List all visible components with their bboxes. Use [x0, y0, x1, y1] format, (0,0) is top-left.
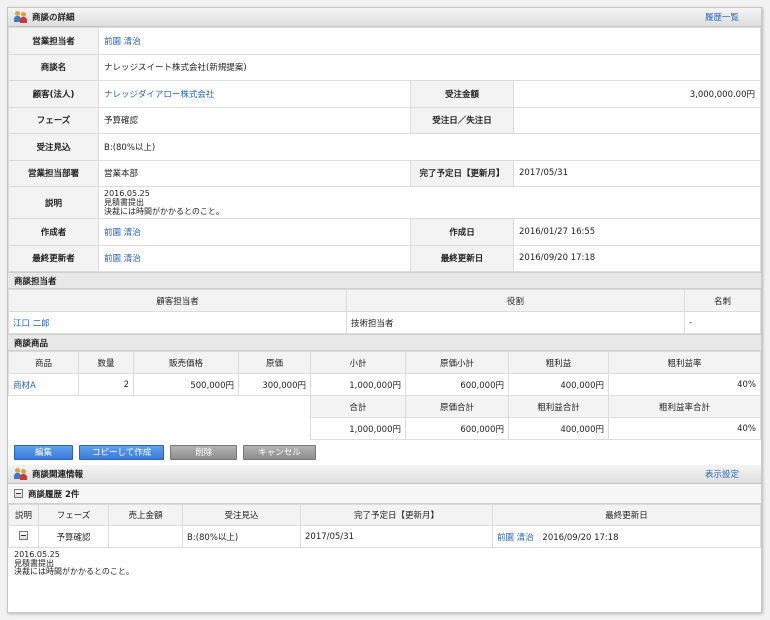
amount-value: 3,000,000.00円 [513, 80, 761, 108]
hist-duedate-cell: 2017/05/31 [300, 525, 493, 548]
products-section-title: 商談商品 [8, 334, 761, 351]
creator-label: 作成者 [8, 218, 99, 246]
due-date-label: 完了予定日【更新月】 [410, 159, 514, 187]
table-row: 江口 二郎 技術担当者 - [8, 311, 761, 334]
action-bar: 編集 コピーして作成 削除 キャンセル [8, 440, 761, 465]
contact-role: 技術担当者 [346, 311, 685, 334]
hist-duedate-header: 完了予定日【更新月】 [300, 504, 493, 526]
price-header: 販売価格 [133, 351, 239, 374]
order-date-label: 受注日／失注日 [410, 106, 514, 134]
cost-subtotal-header: 原価小計 [405, 351, 509, 374]
hist-sales-header: 売上金額 [108, 504, 183, 526]
contact-card: - [684, 311, 761, 334]
hist-updated-date: 2016/09/20 17:18 [542, 532, 619, 543]
people-icon [14, 11, 28, 23]
copy-create-button[interactable]: コピーして作成 [79, 445, 165, 460]
created-label: 作成日 [410, 218, 514, 246]
people-icon [14, 468, 28, 480]
phase-label: フェーズ [8, 106, 99, 134]
deal-history-header: 商談履歴 2件 [8, 484, 761, 504]
collapse-icon[interactable] [14, 489, 23, 498]
qty-header: 数量 [78, 351, 134, 374]
updater-link[interactable]: 前園 清治 [104, 254, 141, 264]
hist-prospect-cell: B:(80%以上) [182, 525, 301, 548]
customer-label: 顧客(法人) [8, 80, 99, 108]
profit-header: 粗利益 [508, 351, 609, 374]
created-value: 2016/01/27 16:55 [513, 218, 761, 246]
updated-label: 最終更新日 [410, 244, 514, 272]
deal-detail-panel: 商談の詳細 履歴一覧 営業担当者 前園 清治 商談名 ナレッジスイート株式会社(… [7, 7, 762, 613]
owner-link[interactable]: 前園 清治 [104, 37, 141, 47]
deal-detail-header: 商談の詳細 履歴一覧 [8, 8, 761, 27]
history-description: 2016.05.25 見積書提出 決裁には時間がかかるとのこと。 [14, 550, 134, 576]
profit-cell: 400,000円 [508, 373, 609, 396]
deal-name-label: 商談名 [8, 53, 99, 81]
updater-label: 最終更新者 [8, 244, 99, 272]
amount-label: 受注金額 [410, 80, 514, 108]
cost-header: 原価 [238, 351, 311, 374]
related-info-header: 商談関連情報 表示設定 [8, 465, 761, 484]
display-settings-link[interactable]: 表示設定 [705, 468, 739, 480]
prospect-value: B:(80%以上) [98, 133, 761, 161]
subtotal-header: 小計 [310, 351, 406, 374]
contact-card-header: 名刺 [684, 289, 761, 312]
prospect-label: 受注見込 [8, 133, 99, 161]
delete-button[interactable]: 削除 [170, 445, 238, 460]
updated-value: 2016/09/20 17:18 [513, 244, 761, 272]
cost-total-cell: 600,000円 [405, 417, 509, 440]
description-label: 説明 [8, 186, 99, 219]
deal-history-title: 商談履歴 2件 [28, 489, 80, 500]
expand-description-icon[interactable] [19, 530, 28, 540]
contacts-section-title: 商談担当者 [8, 272, 761, 289]
margin-total-cell: 40% [608, 417, 761, 440]
product-header: 商品 [8, 351, 79, 374]
order-date-value [513, 106, 761, 134]
creator-link[interactable]: 前園 清治 [104, 228, 141, 238]
history-list-link[interactable]: 履歴一覧 [705, 11, 739, 23]
dept-value: 営業本部 [98, 159, 411, 187]
cost-subtotal-cell: 600,000円 [405, 373, 509, 396]
hist-prospect-header: 受注見込 [182, 504, 301, 526]
hist-phase-cell: 予算確認 [38, 525, 109, 548]
contact-role-header: 役割 [346, 289, 685, 312]
customer-link[interactable]: ナレッジダイアロー株式会社 [104, 90, 214, 100]
related-info-title: 商談関連情報 [32, 470, 84, 480]
hist-updater-link[interactable]: 前園 清治 [497, 533, 534, 543]
deal-history-table: 説明 フェーズ 売上金額 受注見込 完了予定日【更新月】 最終更新日 予算確認 … [8, 504, 761, 548]
contacts-table: 顧客担当者 役割 名刺 江口 二郎 技術担当者 - [8, 289, 761, 334]
contact-person-header: 顧客担当者 [8, 289, 347, 312]
contact-person-link[interactable]: 江口 二郎 [13, 319, 50, 329]
hist-desc-header: 説明 [8, 504, 39, 526]
owner-label: 営業担当者 [8, 27, 99, 55]
cost-cell: 300,000円 [238, 373, 311, 396]
dept-label: 営業担当部署 [8, 159, 99, 187]
hist-phase-header: フェーズ [38, 504, 109, 526]
cost-total-header: 原価合計 [405, 395, 509, 418]
due-date-value: 2017/05/31 [513, 159, 761, 187]
margin-header: 粗利益率 [608, 351, 761, 374]
deal-detail-table: 営業担当者 前園 清治 商談名 ナレッジスイート株式会社(新規提案) 顧客(法人… [8, 27, 761, 272]
table-row: 予算確認 B:(80%以上) 2017/05/31 前園 清治 2016/09/… [8, 525, 761, 548]
hist-sales-cell [108, 525, 183, 548]
margin-cell: 40% [608, 373, 761, 396]
profit-total-header: 粗利益合計 [508, 395, 609, 418]
page-title: 商談の詳細 [32, 13, 75, 23]
total-header: 合計 [310, 395, 406, 418]
subtotal-cell: 1,000,000円 [310, 373, 406, 396]
total-cell: 1,000,000円 [310, 417, 406, 440]
hist-updated-header: 最終更新日 [492, 504, 761, 526]
phase-value: 予算確認 [98, 106, 411, 134]
price-cell: 500,000円 [133, 373, 239, 396]
products-table: 商品 数量 販売価格 原価 小計 原価小計 粗利益 粗利益率 商材A 2 500… [8, 351, 761, 440]
qty-cell: 2 [78, 373, 134, 396]
hist-updated-cell: 前園 清治 2016/09/20 17:18 [492, 525, 761, 548]
table-row: 商材A 2 500,000円 300,000円 1,000,000円 600,0… [8, 373, 761, 396]
cancel-button[interactable]: キャンセル [243, 445, 316, 460]
deal-name-value: ナレッジスイート株式会社(新規提案) [98, 53, 761, 81]
description-value: 2016.05.25 見積書提出 決裁には時間がかかるとのこと。 [98, 186, 761, 219]
profit-total-cell: 400,000円 [508, 417, 609, 440]
edit-button[interactable]: 編集 [14, 445, 74, 460]
product-link[interactable]: 商材A [13, 381, 36, 391]
margin-total-header: 粗利益率合計 [608, 395, 761, 418]
